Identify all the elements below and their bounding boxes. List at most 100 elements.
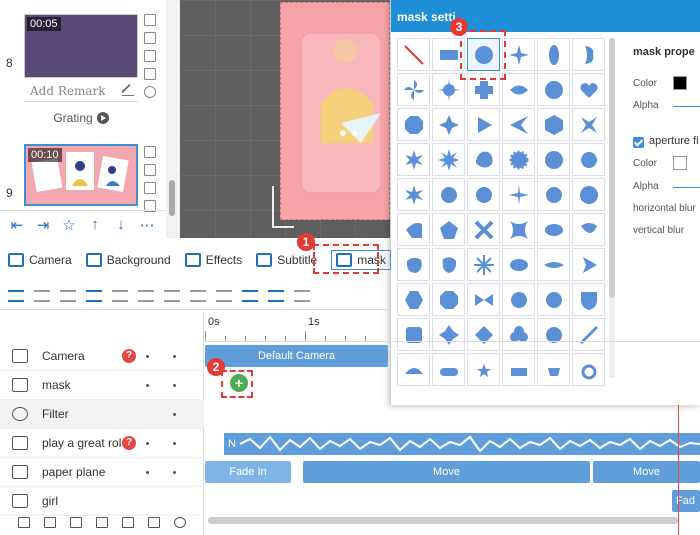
shape-pebble[interactable] xyxy=(432,248,465,281)
camera-clip[interactable]: Default Camera xyxy=(205,345,388,367)
fade-in-clip[interactable]: Fade In xyxy=(205,461,291,483)
move-up-icon[interactable]: ↑ xyxy=(84,214,106,236)
folder-icon[interactable] xyxy=(44,517,56,528)
export-scene-icon[interactable]: ⇥ xyxy=(32,214,54,236)
shape-heart[interactable] xyxy=(572,73,605,106)
track-paper-plane[interactable]: paper plane xyxy=(0,458,204,487)
shape-gear[interactable] xyxy=(537,143,570,176)
lock-dot[interactable] xyxy=(173,412,176,416)
shape-ring[interactable] xyxy=(572,353,605,386)
merge-icon[interactable] xyxy=(216,289,232,302)
visibility-dot[interactable] xyxy=(146,470,149,474)
playhead[interactable] xyxy=(678,405,679,535)
subtitle-button[interactable]: Subtitle xyxy=(256,253,317,267)
distribute-icon[interactable] xyxy=(164,289,180,302)
background-button[interactable]: Background xyxy=(85,253,171,267)
shape-starburst[interactable] xyxy=(397,178,430,211)
shape-seal2[interactable] xyxy=(572,178,605,211)
shape-blob[interactable] xyxy=(572,38,605,71)
more-icon[interactable]: ⋯ xyxy=(136,214,158,236)
shape-octagon[interactable] xyxy=(397,108,430,141)
shape-lemon[interactable] xyxy=(537,213,570,246)
aperture-alpha-slider[interactable] xyxy=(673,187,700,188)
shape-seal[interactable] xyxy=(537,73,570,106)
align-left-icon[interactable] xyxy=(86,289,102,302)
copy-icon[interactable] xyxy=(144,146,156,158)
shape-star12[interactable] xyxy=(432,178,465,211)
help-icon[interactable]: ? xyxy=(122,349,136,363)
shape-line[interactable] xyxy=(397,38,430,71)
scene-transition[interactable]: Grating xyxy=(24,111,138,125)
lock-icon[interactable] xyxy=(148,517,160,528)
shape-x[interactable] xyxy=(467,213,500,246)
timeline-ruler[interactable]: 0s 1s xyxy=(205,312,700,342)
scene-thumbnail-9[interactable]: 00:10 xyxy=(24,144,138,206)
shape-banner[interactable] xyxy=(502,353,535,386)
shape-badge[interactable] xyxy=(572,143,605,176)
delete-icon[interactable] xyxy=(122,517,134,528)
shape-lens[interactable] xyxy=(502,248,535,281)
shape-spiky[interactable] xyxy=(502,178,535,211)
scene-thumbnail-8[interactable]: 00:05 xyxy=(24,14,138,78)
move-up-icon[interactable] xyxy=(96,517,108,528)
move-left-icon[interactable] xyxy=(242,289,258,302)
shape-triangle[interactable] xyxy=(467,108,500,141)
move-clip[interactable]: Move xyxy=(303,461,590,483)
track-audio[interactable]: play a great rol ? xyxy=(0,429,204,458)
camera-button[interactable]: Camera xyxy=(8,253,72,267)
visibility-dot[interactable] xyxy=(146,383,149,387)
scrollbar-thumb[interactable] xyxy=(169,180,175,216)
shape-play[interactable] xyxy=(572,248,605,281)
play-icon[interactable] xyxy=(96,112,109,124)
alpha-slider[interactable] xyxy=(673,106,700,107)
shape-star-small[interactable] xyxy=(467,353,500,386)
track-filter[interactable]: Filter xyxy=(0,400,204,429)
eye-icon[interactable] xyxy=(174,517,186,528)
shape-star4[interactable] xyxy=(432,108,465,141)
export-icon[interactable] xyxy=(144,182,156,194)
aperture-checkbox[interactable] xyxy=(633,137,644,148)
locate-icon[interactable] xyxy=(8,289,24,302)
aperture-color-picker[interactable] xyxy=(673,156,687,170)
shape-wavy[interactable] xyxy=(467,178,500,211)
align-right-icon[interactable] xyxy=(138,289,154,302)
shape-burst2[interactable] xyxy=(537,178,570,211)
effects-button[interactable]: Effects xyxy=(184,253,242,267)
shape-concave[interactable] xyxy=(502,213,535,246)
star-icon[interactable] xyxy=(144,86,156,98)
girl-clip[interactable]: Fad xyxy=(672,490,700,512)
split-icon[interactable] xyxy=(190,289,206,302)
track-camera[interactable]: Camera ? xyxy=(0,342,204,371)
shape-curve[interactable] xyxy=(397,353,430,386)
move-down-icon[interactable]: ↓ xyxy=(110,214,132,236)
align-center-icon[interactable] xyxy=(112,289,128,302)
audio-clip[interactable] xyxy=(239,433,700,455)
image-add-icon[interactable] xyxy=(18,517,30,528)
duplicate-icon[interactable] xyxy=(144,68,156,80)
clear-icon[interactable] xyxy=(60,289,76,302)
filter-icon[interactable] xyxy=(34,289,50,302)
remark-input[interactable]: Add Remark xyxy=(24,80,138,102)
shape-eye[interactable] xyxy=(537,248,570,281)
shape-pentagon[interactable] xyxy=(432,213,465,246)
canvas-scene[interactable] xyxy=(280,2,390,220)
shape-pinwheel[interactable] xyxy=(397,73,430,106)
visibility-dot[interactable] xyxy=(146,354,149,358)
scrollbar-thumb[interactable] xyxy=(609,38,615,298)
favorite-icon[interactable]: ☆ xyxy=(58,214,80,236)
visibility-dot[interactable] xyxy=(146,441,149,445)
edit-icon[interactable] xyxy=(122,84,134,96)
shape-shield[interactable] xyxy=(397,213,430,246)
shape-pick[interactable] xyxy=(572,213,605,246)
lock-dot[interactable] xyxy=(173,354,176,358)
shape-star8[interactable] xyxy=(432,143,465,176)
move-clip-2[interactable]: Move xyxy=(593,461,700,483)
copy-icon[interactable] xyxy=(144,14,156,26)
shape-flower[interactable] xyxy=(502,38,535,71)
help-icon[interactable]: ? xyxy=(122,436,136,450)
shape-arrow[interactable] xyxy=(502,108,535,141)
shape-pill[interactable] xyxy=(432,353,465,386)
move-down-icon[interactable] xyxy=(70,517,82,528)
shape-hexagon[interactable] xyxy=(537,108,570,141)
shape-sun[interactable] xyxy=(502,143,535,176)
